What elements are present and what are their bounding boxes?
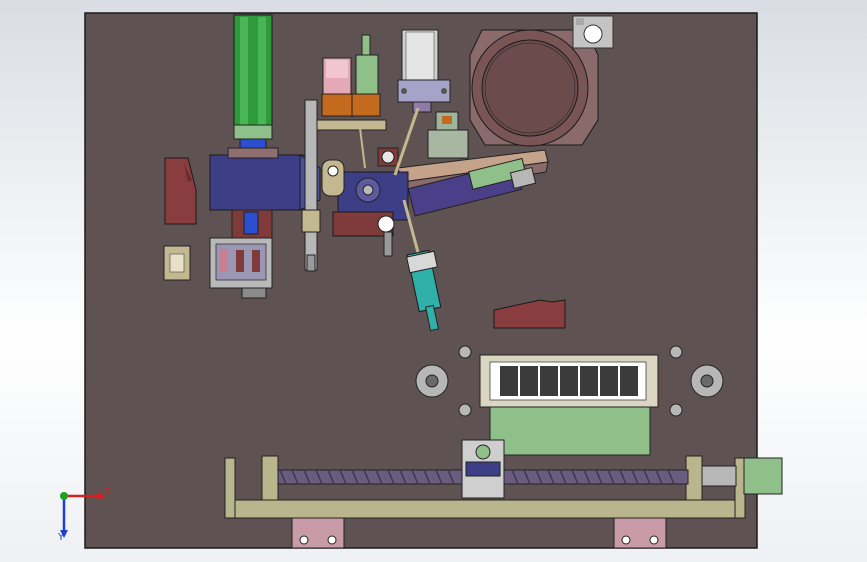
green-cylinder (233, 14, 273, 156)
tray-magazine (479, 354, 659, 456)
left-small-clamp (163, 245, 191, 281)
pink-actuator-left (321, 57, 353, 117)
x-axis-label: X (104, 486, 111, 497)
y-axis-label: Y (57, 532, 65, 542)
z-axis-dot (60, 492, 68, 500)
cad-viewport[interactable] (0, 0, 867, 562)
bowl-mount-bracket (572, 15, 614, 49)
screw-carriage (461, 439, 505, 499)
coordinate-triad: X Y (57, 486, 111, 542)
